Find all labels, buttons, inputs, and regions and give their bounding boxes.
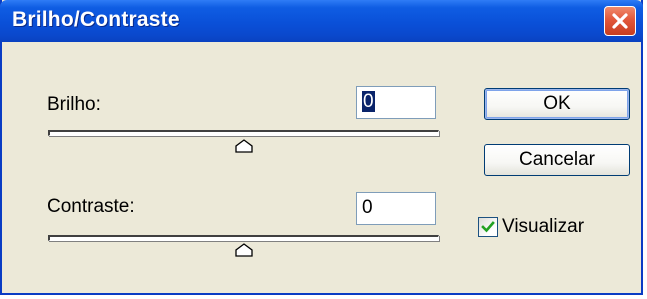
- brightness-value: 0: [362, 91, 375, 112]
- preview-checkbox[interactable]: [478, 217, 498, 237]
- cancel-button[interactable]: Cancelar: [484, 144, 630, 176]
- close-button[interactable]: [604, 6, 636, 36]
- title-bar[interactable]: Brilho/Contraste: [0, 0, 643, 42]
- contrast-input[interactable]: 0: [356, 192, 436, 225]
- ok-button[interactable]: OK: [484, 88, 630, 120]
- window-title: Brilho/Contraste: [12, 8, 180, 31]
- contrast-value: 0: [362, 197, 373, 218]
- brightness-slider-thumb[interactable]: [234, 139, 253, 153]
- checkmark-icon: [481, 221, 495, 233]
- contrast-slider-thumb[interactable]: [234, 243, 253, 257]
- brightness-label: Brilho:: [47, 94, 101, 115]
- contrast-slider-track[interactable]: [48, 235, 439, 241]
- contrast-label: Contraste:: [47, 196, 135, 217]
- close-icon: [612, 13, 628, 29]
- brightness-contrast-dialog: Brilho/Contraste Brilho: 0 Contraste: 0 …: [0, 0, 643, 295]
- preview-label[interactable]: Visualizar: [502, 216, 584, 238]
- brightness-slider-track[interactable]: [48, 130, 439, 136]
- brightness-input[interactable]: 0: [356, 86, 436, 119]
